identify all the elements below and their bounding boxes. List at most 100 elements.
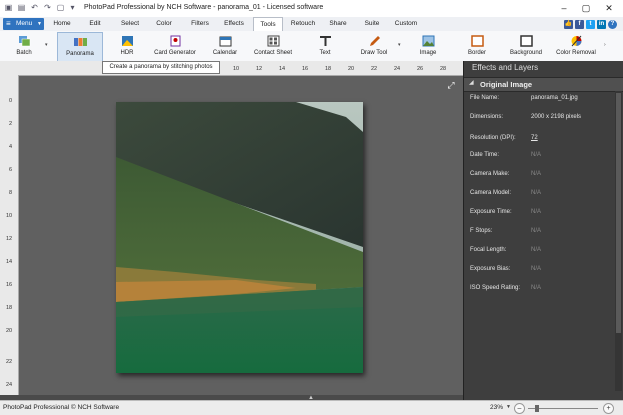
close-button[interactable]: ✕ (603, 2, 615, 14)
prop-label-f-stops: F Stops: (470, 228, 493, 234)
color-removal-button[interactable]: Color Removal (553, 32, 599, 60)
prop-value-camera-make: N/A (531, 171, 542, 177)
new-file-icon[interactable]: ▢ (56, 3, 65, 12)
background-button[interactable]: Background (506, 32, 546, 60)
status-bar: PhotoPad Professional © NCH Software 23%… (0, 400, 623, 415)
tab-home[interactable]: Home (49, 17, 75, 31)
ruler-tick-label: 24 (394, 66, 401, 72)
zoom-level[interactable]: 23% (490, 404, 503, 411)
tab-tools[interactable]: Tools (253, 17, 283, 32)
prop-value-camera-model: N/A (531, 190, 542, 196)
ruler-tick-label: 18 (6, 305, 13, 311)
panorama-button[interactable]: Panorama (57, 32, 103, 62)
ruler-tick-label: 6 (9, 167, 13, 173)
ruler-tick-label: 10 (6, 213, 13, 219)
text-button[interactable]: Text (308, 32, 342, 60)
tab-select[interactable]: Select (116, 17, 144, 31)
prop-label-exposure-bias: Exposure Bias: (470, 266, 511, 272)
ruler-tick-label: 16 (6, 282, 13, 288)
prop-label-resolution: Resolution (DPI): (470, 135, 516, 141)
toolbar-more-icon[interactable]: › (604, 42, 606, 48)
chevron-down-icon: ▼ (37, 21, 42, 27)
image-button[interactable]: Image (410, 32, 446, 60)
prop-value-resolution[interactable]: 72 (531, 135, 538, 141)
prop-value-focal-length: N/A (531, 247, 542, 253)
tab-edit[interactable]: Edit (84, 17, 106, 31)
zoom-in-button[interactable]: + (603, 403, 614, 414)
prop-value-iso-speed: N/A (531, 285, 542, 291)
tab-share[interactable]: Share (325, 17, 351, 31)
tab-filters[interactable]: Filters (186, 17, 214, 31)
app-icon: ▣ (4, 3, 13, 12)
redo-icon[interactable]: ↷ (43, 3, 52, 12)
help-icon[interactable]: ? (608, 20, 617, 29)
draw-tool-icon (370, 36, 380, 46)
card-generator-button[interactable]: Card Generator (150, 32, 200, 60)
draw-tool-dropdown-icon[interactable]: ▾ (398, 42, 401, 48)
ruler-tick-label: 2 (9, 121, 13, 127)
text-icon (320, 36, 331, 46)
hdr-button[interactable]: HDR (109, 32, 145, 60)
main-menu-button[interactable]: ≡ Menu ▼ (3, 18, 44, 30)
prop-value-exposure-time: N/A (531, 209, 542, 215)
panorama-icon (74, 38, 87, 46)
quick-access-dropdown-icon[interactable]: ▾ (68, 3, 77, 12)
panel-scrollbar-thumb[interactable] (616, 93, 621, 333)
calendar-button[interactable]: Calendar (205, 32, 245, 60)
minimize-button[interactable]: – (558, 2, 570, 14)
ruler-tick-label: 20 (6, 328, 13, 334)
hdr-icon (122, 36, 133, 46)
tab-retouch[interactable]: Retouch (288, 17, 318, 31)
image-icon (422, 35, 435, 47)
panorama-tooltip: Create a panorama by stitching photos (102, 61, 220, 74)
tools-toolbar: Batch ▾ Panorama HDR Card Generator Cale… (0, 31, 623, 62)
ruler-tick-label: 16 (302, 66, 309, 72)
border-button[interactable]: Border (460, 32, 494, 60)
original-image-section-header[interactable]: ◢ Original Image (464, 77, 623, 92)
ruler-tick-label: 22 (6, 359, 13, 365)
tab-color[interactable]: Color (152, 17, 176, 31)
vertical-ruler: 0 2 4 6 8 10 12 14 16 18 20 22 24 (0, 75, 19, 400)
title-bar: ▣ ▤ ↶ ↷ ▢ ▾ PhotoPad Professional by NCH… (0, 0, 623, 17)
ruler-tick-label: 18 (325, 66, 332, 72)
fit-to-window-icon[interactable]: ⤢ (446, 80, 456, 90)
batch-icon (19, 36, 31, 47)
ruler-tick-label: 8 (9, 190, 13, 196)
panorama-image[interactable] (116, 102, 363, 373)
color-removal-icon (571, 35, 582, 47)
hamburger-icon: ≡ (6, 19, 11, 28)
maximize-button[interactable]: ▢ (580, 2, 592, 14)
zoom-slider-thumb[interactable] (534, 405, 539, 412)
zoom-dropdown-icon[interactable]: ▼ (506, 404, 511, 410)
tab-effects[interactable]: Effects (220, 17, 248, 31)
save-icon[interactable]: ▤ (17, 3, 26, 12)
contact-sheet-button[interactable]: Contact Sheet (250, 32, 296, 60)
contact-sheet-icon (267, 35, 280, 47)
twitter-icon[interactable]: t (586, 20, 595, 29)
facebook-icon[interactable]: f (575, 20, 584, 29)
calendar-icon (219, 36, 232, 47)
ruler-tick-label: 22 (371, 66, 378, 72)
border-icon (471, 35, 484, 47)
landscape-photo (116, 102, 363, 373)
ruler-tick-label: 4 (9, 144, 13, 150)
batch-dropdown-icon[interactable]: ▾ (45, 42, 48, 48)
batch-button[interactable]: Batch (5, 32, 43, 60)
prop-value-date-time: N/A (531, 152, 542, 158)
menu-bar: ≡ Menu ▼ Home Edit Select Color Filters … (0, 17, 623, 32)
ruler-tick-label: 0 (9, 98, 13, 104)
linkedin-icon[interactable]: in (597, 20, 606, 29)
panel-scrollbar[interactable] (615, 91, 622, 391)
ruler-tick-label: 14 (6, 259, 13, 265)
ruler-tick-label: 26 (417, 66, 424, 72)
prop-label-camera-model: Camera Model: (470, 190, 512, 196)
draw-tool-button[interactable]: Draw Tool (356, 32, 392, 60)
undo-icon[interactable]: ↶ (30, 3, 39, 12)
prop-label-file-name: File Name: (470, 95, 500, 101)
ruler-tick-label: 12 (6, 236, 13, 242)
tab-custom[interactable]: Custom (392, 17, 420, 31)
like-icon[interactable]: 👍 (564, 20, 573, 29)
zoom-out-button[interactable]: – (514, 403, 525, 414)
tab-suite[interactable]: Suite (360, 17, 384, 31)
prop-label-exposure-time: Exposure Time: (470, 209, 512, 215)
